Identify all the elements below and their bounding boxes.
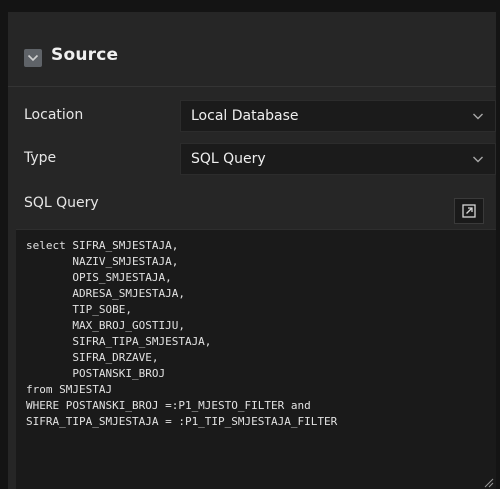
type-select[interactable]: SQL Query	[180, 143, 496, 175]
code-line: POSTANSKI_BROJ	[26, 367, 166, 380]
code-line: WHERE POSTANSKI_BROJ =:P1_MJESTO_FILTER …	[26, 399, 311, 412]
code-line: SIFRA_TIPA_SMJESTAJA,	[26, 335, 212, 348]
code-line: NAZIV_SMJESTAJA,	[26, 255, 179, 268]
location-select[interactable]: Local Database	[180, 100, 496, 132]
chevron-down-icon	[473, 113, 483, 120]
section-title: Source	[51, 45, 119, 65]
code-line: from SMJESTAJ	[26, 383, 113, 396]
type-value: SQL Query	[191, 151, 266, 167]
source-panel: Source Location Local Database Type SQL …	[8, 12, 496, 489]
code-line: OPIS_SMJESTAJA,	[26, 271, 172, 284]
code-line: TIP_SOBE,	[26, 303, 132, 316]
chevron-down-icon	[473, 156, 483, 163]
right-border	[496, 12, 500, 489]
location-value: Local Database	[191, 108, 299, 124]
code-line: MAX_BROJ_GOSTIJU,	[26, 319, 185, 332]
resize-handle-icon[interactable]	[484, 478, 494, 488]
code-line: select SIFRA_SMJESTAJA,	[26, 239, 179, 252]
sql-query-label: SQL Query	[24, 195, 99, 211]
expand-icon	[462, 204, 476, 218]
code-line: ADRESA_SMJESTAJA,	[26, 287, 185, 300]
type-label: Type	[24, 150, 57, 166]
code-editor-expand-button[interactable]	[454, 198, 484, 224]
chevron-down-icon	[27, 54, 39, 62]
code-line: SIFRA_TIPA_SMJESTAJA = :P1_TIP_SMJESTAJA…	[26, 415, 338, 428]
top-bar	[0, 0, 500, 12]
collapse-button[interactable]	[24, 49, 42, 67]
location-label: Location	[24, 107, 84, 123]
sql-query-editor[interactable]: select SIFRA_SMJESTAJA, NAZIV_SMJESTAJA,…	[16, 229, 496, 489]
source-section-header[interactable]: Source	[8, 12, 496, 87]
left-border	[0, 12, 8, 489]
code-line: SIFRA_DRZAVE,	[26, 351, 159, 364]
